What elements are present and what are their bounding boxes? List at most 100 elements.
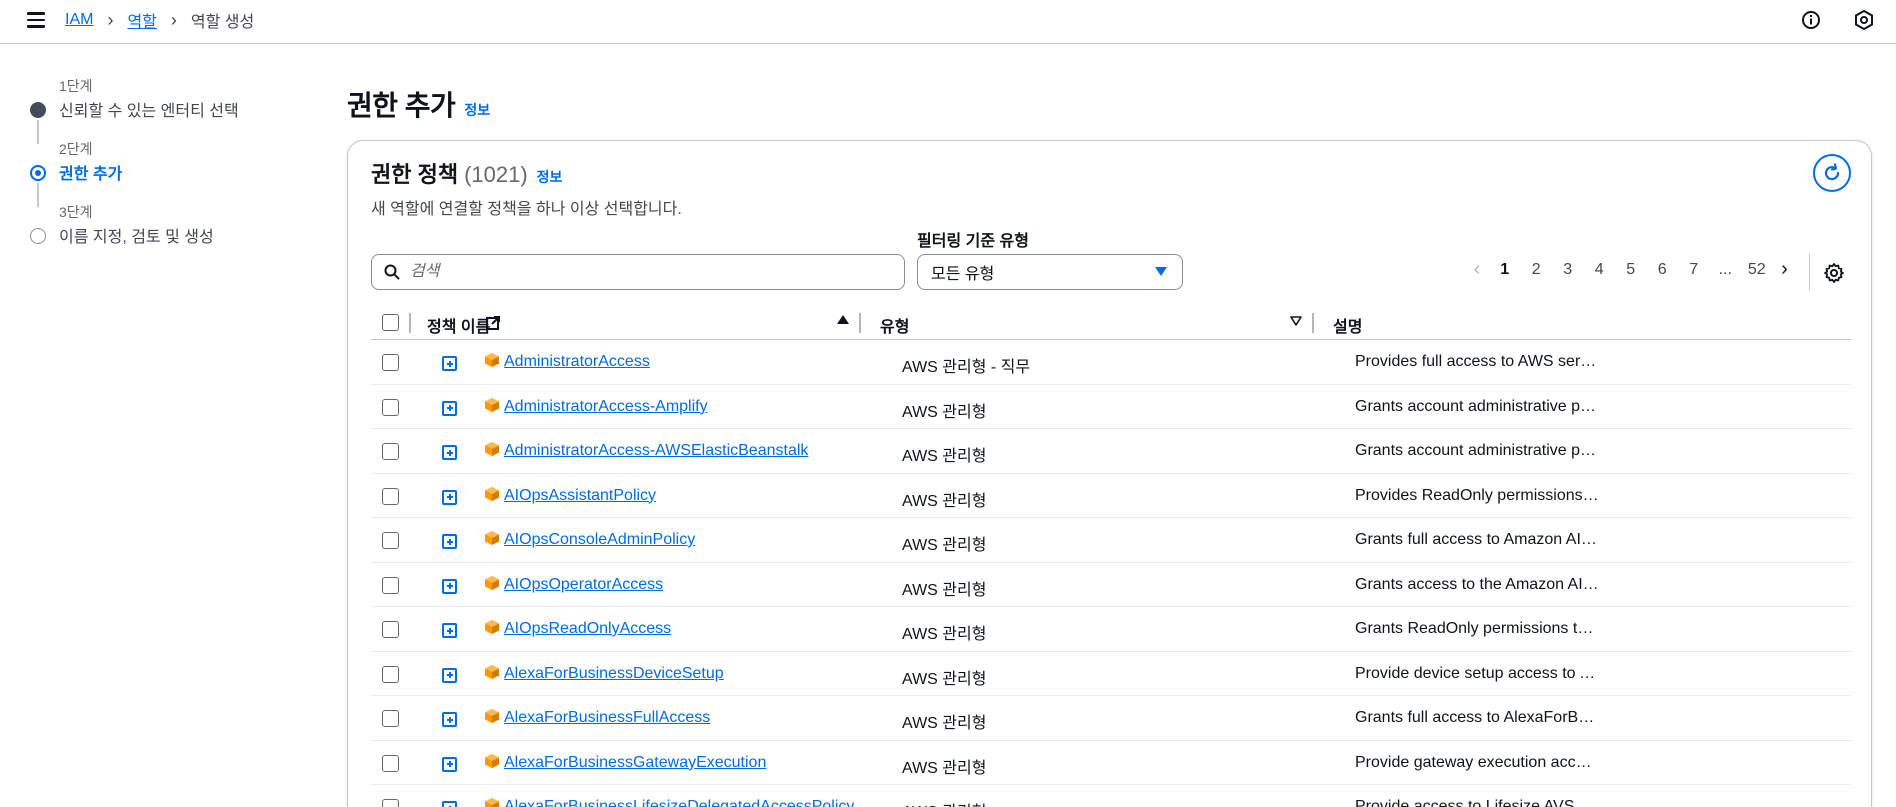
- refresh-button[interactable]: [1813, 154, 1851, 192]
- page-4[interactable]: 4: [1584, 261, 1616, 279]
- step-1: 1단계 신뢰할 수 있는 엔터티 선택: [27, 76, 307, 144]
- row-checkbox[interactable]: [382, 621, 399, 638]
- table-row[interactable]: AlexaForBusinessGatewayExecution AWS 관리형…: [371, 741, 1851, 785]
- row-checkbox[interactable]: [382, 354, 399, 371]
- table-row[interactable]: AdministratorAccess AWS 관리형 - 직무 Provide…: [371, 340, 1851, 385]
- policy-description: Grants account administrative permission…: [1355, 397, 1599, 415]
- permissions-policies-panel: 권한 정책 (1021) 정보 새 역할에 연결할 정책을 하나 이상 선택합니…: [347, 140, 1872, 807]
- table-row[interactable]: AIOpsConsoleAdminPolicy AWS 관리형 Grants f…: [371, 518, 1851, 563]
- page-ellipsis: ...: [1718, 260, 1732, 278]
- aws-managed-cube-icon: [485, 486, 499, 501]
- table-row[interactable]: AdministratorAccess-Amplify AWS 관리형 Gran…: [371, 385, 1851, 429]
- row-checkbox[interactable]: [382, 665, 399, 683]
- expand-plus-icon[interactable]: [442, 667, 457, 683]
- expand-plus-icon[interactable]: [442, 356, 457, 371]
- row-checkbox[interactable]: [382, 487, 399, 505]
- row-checkbox[interactable]: [382, 799, 399, 807]
- column-header-type[interactable]: 유형: [880, 313, 909, 337]
- hex-shield-icon[interactable]: [1853, 9, 1875, 31]
- next-page-icon[interactable]: ›: [1773, 258, 1797, 281]
- type-filter-value: 모든 유형: [931, 266, 995, 283]
- info-link[interactable]: 정보: [464, 100, 490, 120]
- policy-type: AWS 관리형: [902, 798, 986, 807]
- search-input[interactable]: [410, 263, 890, 281]
- page-1[interactable]: 1: [1489, 261, 1521, 279]
- policy-name-link[interactable]: AlexaForBusinessDeviceSetup: [504, 665, 724, 683]
- expand-plus-icon[interactable]: [442, 489, 457, 505]
- breadcrumb-iam[interactable]: IAM: [65, 11, 93, 29]
- aws-managed-cube-icon: [485, 442, 499, 456]
- step-number: 2단계: [59, 141, 93, 157]
- row-checkbox[interactable]: [382, 443, 399, 460]
- aws-managed-cube-icon: [485, 753, 499, 768]
- breadcrumb-roles[interactable]: 역할: [127, 8, 156, 32]
- policy-description: Provide gateway execution access to Alex…: [1355, 753, 1599, 771]
- expand-plus-icon[interactable]: [442, 712, 457, 727]
- page-5[interactable]: 5: [1615, 261, 1647, 279]
- panel-header: 권한 정책 (1021) 정보: [371, 157, 562, 189]
- sort-ascending-icon[interactable]: [837, 315, 849, 324]
- page-6[interactable]: 6: [1647, 261, 1679, 279]
- external-link-icon[interactable]: [486, 316, 500, 330]
- row-checkbox[interactable]: [382, 710, 399, 727]
- aws-managed-cube-icon: [485, 353, 499, 367]
- expand-plus-icon[interactable]: [442, 578, 457, 594]
- page-2[interactable]: 2: [1521, 261, 1553, 279]
- step-done-icon: [30, 102, 46, 118]
- table-row[interactable]: AIOpsReadOnlyAccess AWS 관리형 Grants ReadO…: [371, 607, 1851, 652]
- panel-description: 새 역할에 연결할 정책을 하나 이상 선택합니다.: [371, 201, 682, 218]
- aws-managed-cube-icon: [485, 664, 499, 679]
- info-link[interactable]: 정보: [537, 167, 563, 187]
- table-row[interactable]: AIOpsAssistantPolicy AWS 관리형 Provides Re…: [371, 474, 1851, 518]
- table-row[interactable]: AlexaForBusinessDeviceSetup AWS 관리형 Prov…: [371, 652, 1851, 696]
- policy-name-link[interactable]: AdministratorAccess: [504, 353, 650, 371]
- expand-plus-icon[interactable]: [442, 756, 457, 772]
- gear-icon[interactable]: [1823, 262, 1845, 284]
- policy-name-link[interactable]: AIOpsConsoleAdminPolicy: [504, 531, 695, 549]
- column-separator: [409, 313, 411, 333]
- previous-page-icon[interactable]: ‹: [1465, 258, 1489, 281]
- column-header-name[interactable]: 정책 이름: [427, 313, 490, 337]
- policy-name-link[interactable]: AIOpsOperatorAccess: [504, 576, 663, 594]
- expand-plus-icon[interactable]: [442, 534, 457, 549]
- policy-name-link[interactable]: AlexaForBusinessFullAccess: [504, 709, 710, 727]
- expand-plus-icon[interactable]: [442, 445, 457, 460]
- row-checkbox[interactable]: [382, 532, 399, 549]
- table-row[interactable]: AlexaForBusinessLifesizeDelegatedAccessP…: [371, 785, 1851, 807]
- policy-type: AWS 관리형: [902, 715, 987, 732]
- row-checkbox[interactable]: [382, 398, 399, 416]
- column-separator: [1312, 313, 1314, 333]
- table-body: AdministratorAccess AWS 관리형 - 직무 Provide…: [371, 340, 1851, 807]
- page-7[interactable]: 7: [1678, 261, 1710, 279]
- row-checkbox[interactable]: [382, 576, 399, 594]
- policy-name-link[interactable]: AIOpsAssistantPolicy: [504, 487, 656, 505]
- policy-name-link[interactable]: AlexaForBusinessGatewayExecution: [504, 754, 766, 772]
- policy-name-link[interactable]: AdministratorAccess-Amplify: [504, 398, 708, 416]
- table-row[interactable]: AdministratorAccess-AWSElasticBeanstalk …: [371, 429, 1851, 474]
- menu-icon[interactable]: [24, 9, 48, 31]
- expand-plus-icon[interactable]: [442, 400, 457, 416]
- policy-name-link[interactable]: AIOpsReadOnlyAccess: [504, 620, 671, 638]
- search-field[interactable]: [371, 254, 905, 290]
- wizard-steps: 1단계 신뢰할 수 있는 엔터티 선택 2단계 권한 추가 3단계 이름 지정,…: [27, 76, 307, 265]
- page-52[interactable]: 52: [1741, 261, 1773, 279]
- table-row[interactable]: AlexaForBusinessFullAccess AWS 관리형 Grant…: [371, 696, 1851, 741]
- info-circle-icon[interactable]: [1800, 9, 1822, 31]
- type-filter-select[interactable]: 모든 유형: [917, 254, 1183, 290]
- policy-description: Grants full access to AlexaForBusiness r…: [1355, 709, 1599, 726]
- policy-description: Provide device setup access to AlexaForB…: [1355, 664, 1599, 682]
- policy-type: AWS 관리형: [902, 537, 987, 554]
- policy-name-link[interactable]: AdministratorAccess-AWSElasticBeanstalk: [504, 442, 808, 460]
- column-header-description[interactable]: 설명: [1333, 313, 1362, 337]
- policy-name-link[interactable]: AlexaForBusinessLifesizeDelegatedAccessP…: [504, 798, 854, 807]
- step-number: 1단계: [59, 78, 93, 94]
- page-3[interactable]: 3: [1552, 261, 1584, 279]
- policy-type: AWS 관리형: [902, 403, 987, 421]
- table-row[interactable]: AIOpsOperatorAccess AWS 관리형 Grants acces…: [371, 563, 1851, 607]
- select-all-checkbox[interactable]: [382, 314, 399, 331]
- sort-descending-icon[interactable]: [1290, 316, 1302, 326]
- expand-plus-icon[interactable]: [442, 801, 457, 807]
- row-checkbox[interactable]: [382, 754, 399, 772]
- expand-plus-icon[interactable]: [442, 623, 457, 638]
- step-title[interactable]: 신뢰할 수 있는 엔터티 선택: [59, 97, 239, 121]
